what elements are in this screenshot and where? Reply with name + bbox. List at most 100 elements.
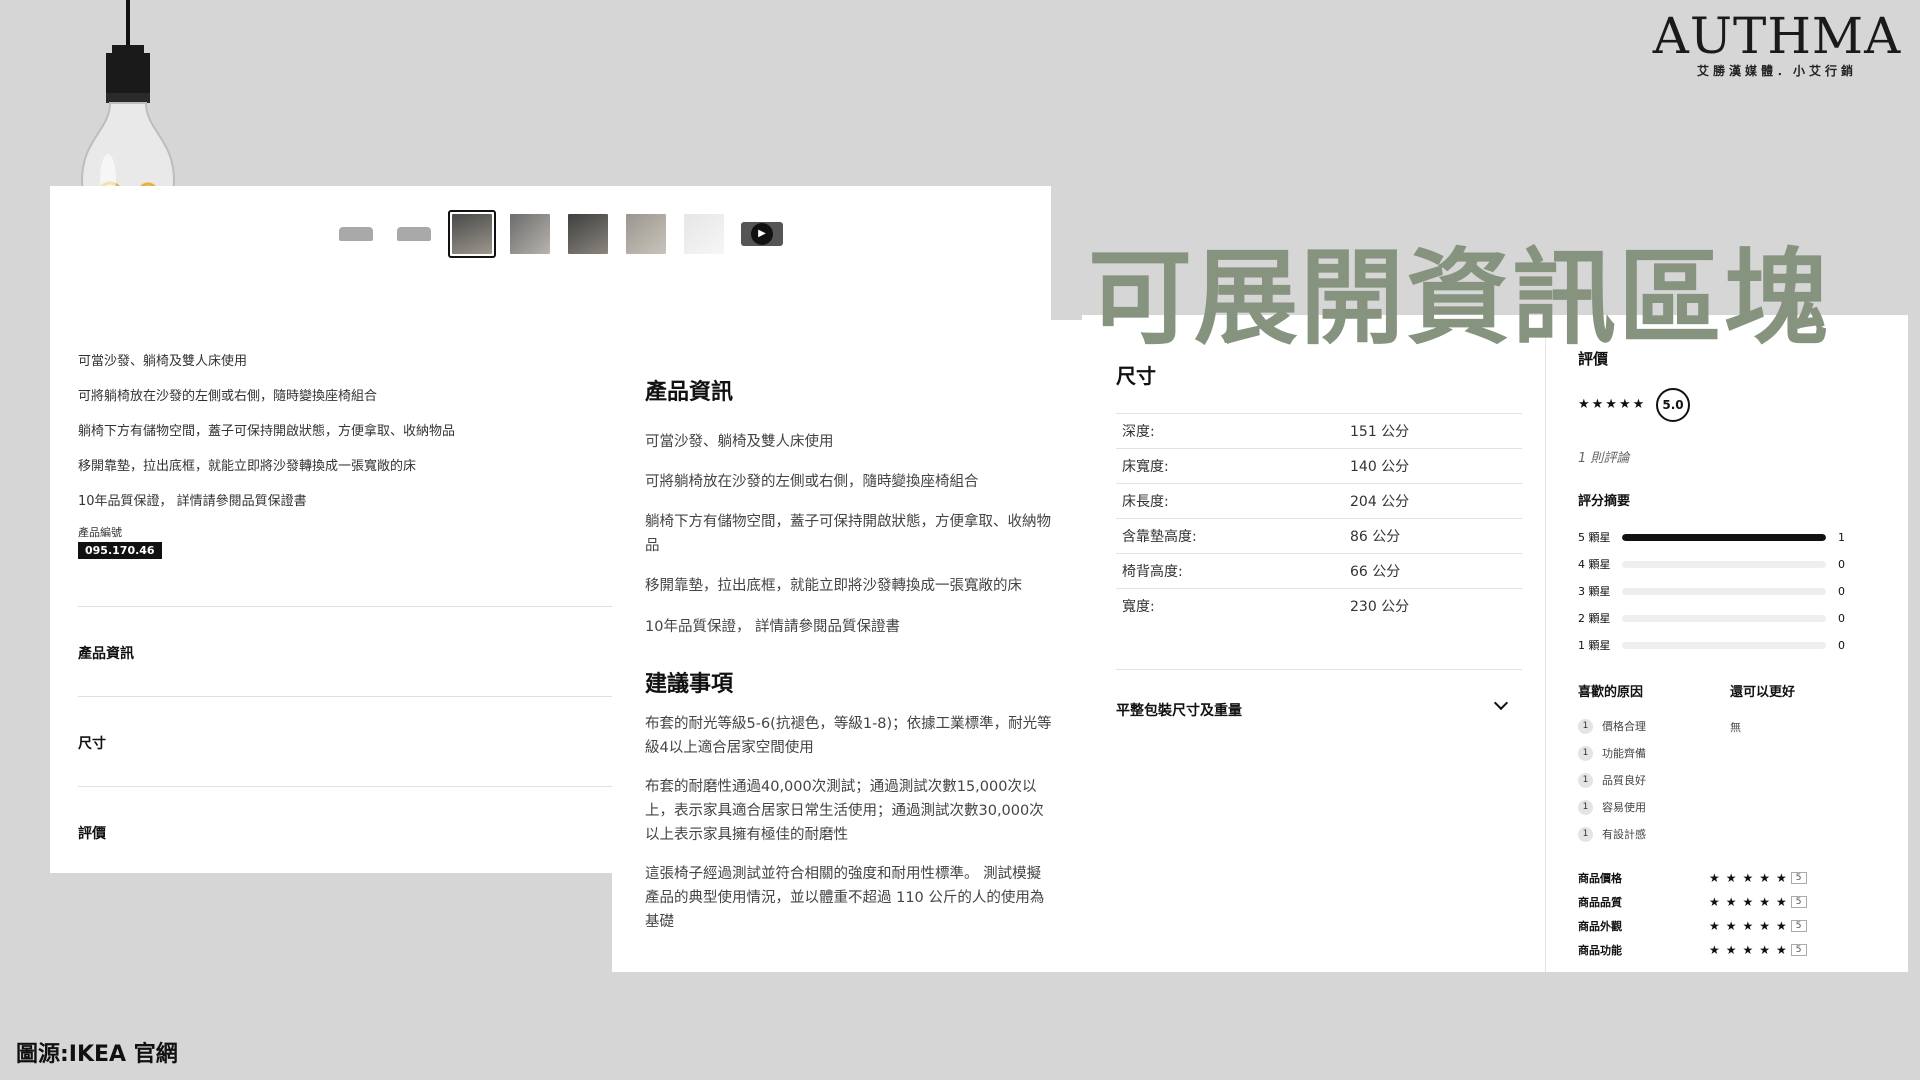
category-score: 5 — [1790, 920, 1807, 932]
advice-title: 建議事項 — [645, 672, 734, 697]
product-info-panel: 產品資訊 可當沙發、躺椅及雙人床使用 可將躺椅放在沙發的左側或右側，隨時變換座椅… — [612, 320, 1082, 972]
article-number-badge: 095.170.46 — [78, 542, 162, 559]
thumbnail-3-selected[interactable] — [448, 210, 496, 258]
brand-logo: AUTHMA 艾勝漢媒體．小艾行銷 — [1646, 8, 1908, 79]
rating-bar-count: 1 — [1838, 530, 1845, 544]
dimension-label: 床長度: — [1122, 494, 1169, 510]
package-dimensions-toggle[interactable]: 平整包裝尺寸及重量 — [1116, 669, 1522, 719]
bullet-item: 移開靠墊，拉出底框，就能立即將沙發轉換成一張寬敞的床 — [78, 459, 417, 474]
category-label: 商品功能 — [1578, 944, 1622, 957]
like-count: 1 — [1578, 718, 1593, 734]
thumbnail-video[interactable]: ▶ — [738, 210, 786, 258]
dimension-label: 深度: — [1122, 424, 1155, 440]
bullet-item: 躺椅下方有儲物空間，蓋子可保持開啟狀態，方便拿取、收納物品 — [78, 424, 456, 439]
rating-bar-track — [1622, 587, 1826, 595]
rating-bar-label: 5 顆星 — [1578, 531, 1611, 544]
diagram-image — [684, 214, 724, 254]
like-label: 價格合理 — [1602, 720, 1646, 733]
dimension-value: 86 公分 — [1350, 529, 1401, 545]
rating-bar-count: 0 — [1838, 584, 1845, 598]
category-rating: 商品外觀 ★★★★★ 5 — [1578, 918, 1807, 934]
video-thumb: ▶ — [741, 222, 783, 246]
accordion-dimensions[interactable]: 尺寸 — [78, 696, 612, 787]
rating-bar-row: 3 顆星 0 — [1578, 584, 1845, 599]
review-count-link[interactable]: 1 則評論 — [1578, 447, 1629, 466]
like-reason: 1 有設計感 — [1578, 826, 1646, 842]
category-score: 5 — [1790, 944, 1807, 956]
rating-bar-row: 5 顆星 1 — [1578, 530, 1845, 545]
rating-bar-label: 1 顆星 — [1578, 639, 1611, 652]
rating-score: 5.0 — [1656, 388, 1690, 422]
details-panel: 尺寸 深度: 151 公分 床寬度: 140 公分 床長度: 204 公分 含靠墊高度… — [1082, 315, 1908, 972]
rating-bar-track — [1622, 641, 1826, 649]
like-label: 有設計感 — [1602, 828, 1646, 841]
rating-bar-label: 4 顆星 — [1578, 558, 1611, 571]
rating-bar-row: 1 顆星 0 — [1578, 638, 1845, 653]
like-label: 容易使用 — [1602, 801, 1646, 814]
source-caption: 圖源:IKEA 官網 — [16, 1042, 178, 1067]
thumbnail-4[interactable] — [506, 210, 554, 258]
rating-bar-fill — [1622, 533, 1826, 541]
accordion-label: 尺寸 — [78, 736, 106, 752]
category-score: 5 — [1790, 872, 1807, 884]
thumbnail-2[interactable] — [390, 210, 438, 258]
category-score: 5 — [1790, 896, 1807, 908]
category-stars: ★★★★★ — [1709, 943, 1793, 957]
advice-line: 這張椅子經過測試並符合相關的強度和耐用性標準。 測試模擬產品的典型使用情況，並以… — [645, 866, 1045, 930]
improve-title: 還可以更好 — [1730, 685, 1796, 700]
rating-bar-label: 2 顆星 — [1578, 612, 1611, 625]
dimension-row: 含靠墊高度: 86 公分 — [1116, 518, 1522, 553]
product-info-title: 產品資訊 — [645, 380, 734, 405]
dimension-row: 床寬度: 140 公分 — [1116, 448, 1522, 483]
rating-bar-track — [1622, 533, 1826, 541]
like-count: 1 — [1578, 826, 1593, 842]
detail-photo — [568, 214, 608, 254]
dimensions-title: 尺寸 — [1116, 364, 1156, 388]
improve-none: 無 — [1730, 721, 1741, 734]
dimension-row: 深度: 151 公分 — [1116, 413, 1522, 448]
thumbnail-7[interactable] — [680, 210, 728, 258]
advice-line: 布套的耐磨性通過40,000次測試；通過測試次數15,000次以上，表示家具適合… — [645, 779, 1044, 843]
category-label: 商品價格 — [1578, 872, 1622, 885]
like-count: 1 — [1578, 772, 1593, 788]
dimension-value: 151 公分 — [1350, 424, 1410, 440]
dimension-value: 230 公分 — [1350, 599, 1410, 615]
dimension-label: 含靠墊高度: — [1122, 529, 1197, 545]
thumbnail-1[interactable] — [332, 210, 380, 258]
info-line: 躺椅下方有儲物空間，蓋子可保持開啟狀態，方便拿取、收納物品 — [645, 514, 1051, 554]
like-reason: 1 品質良好 — [1578, 772, 1646, 788]
dimension-label: 床寬度: — [1122, 459, 1169, 475]
rating-bar-count: 0 — [1838, 557, 1845, 571]
info-line: 移開靠墊，拉出底框，就能立即將沙發轉換成一張寬敞的床 — [645, 578, 1022, 594]
category-label: 商品外觀 — [1578, 920, 1622, 933]
category-stars: ★★★★★ — [1709, 871, 1793, 885]
chevron-down-icon — [1493, 695, 1509, 711]
rating-bar-track — [1622, 560, 1826, 568]
dimensions-section: 尺寸 深度: 151 公分 床寬度: 140 公分 床長度: 204 公分 含靠墊高度… — [1082, 315, 1546, 972]
article-number-label: 產品編號 — [78, 526, 122, 539]
accordion-product-info[interactable]: 產品資訊 — [78, 606, 612, 697]
rating-summary-title: 評分摘要 — [1578, 494, 1631, 509]
dimension-value: 204 公分 — [1350, 494, 1410, 510]
fabric-photo — [626, 214, 666, 254]
accordion-reviews[interactable]: 評價 — [78, 786, 612, 877]
info-line: 可當沙發、躺椅及雙人床使用 — [645, 434, 834, 450]
info-line: 可將躺椅放在沙發的左側或右側，隨時變換座椅組合 — [645, 474, 979, 490]
dimension-row: 寬度: 230 公分 — [1116, 588, 1522, 623]
category-stars: ★★★★★ — [1709, 919, 1793, 933]
dimension-row: 床長度: 204 公分 — [1116, 483, 1522, 518]
thumbnail-6[interactable] — [622, 210, 670, 258]
accordion-label: 產品資訊 — [78, 646, 134, 662]
thumbnail-5[interactable] — [564, 210, 612, 258]
category-stars: ★★★★★ — [1709, 895, 1793, 909]
dimension-label: 椅背高度: — [1122, 564, 1183, 580]
category-rating: 商品品質 ★★★★★ 5 — [1578, 894, 1807, 910]
brand-name: AUTHMA — [1652, 7, 1902, 65]
advice-line: 布套的耐光等級5-6(抗褪色，等級1-8)；依據工業標準，耐光等級4以上適合居家… — [645, 716, 1052, 756]
product-bullets: 可當沙發、躺椅及雙人床使用 可將躺椅放在沙發的左側或右側，隨時變換座椅組合 躺椅… — [78, 352, 455, 527]
rating-bar-track — [1622, 614, 1826, 622]
rating-bar-count: 0 — [1838, 611, 1845, 625]
like-count: 1 — [1578, 799, 1593, 815]
category-rating: 商品價格 ★★★★★ 5 — [1578, 870, 1807, 886]
bullet-item: 可當沙發、躺椅及雙人床使用 — [78, 354, 248, 369]
